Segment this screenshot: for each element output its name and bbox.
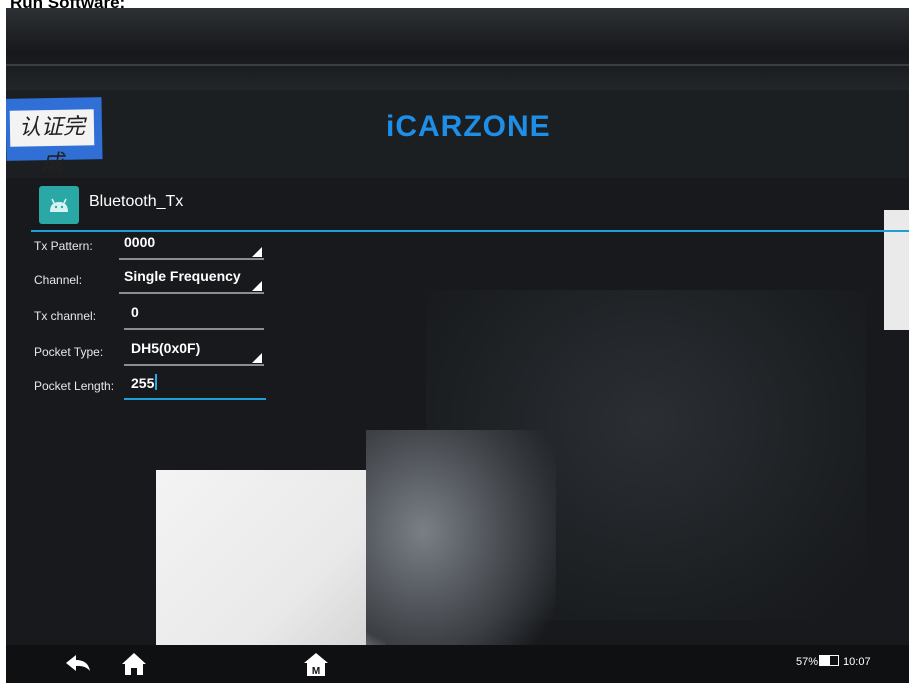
battery-icon <box>819 655 840 666</box>
tx-channel-row: Tx channel: 0 <box>34 302 274 334</box>
brand-header: 认证完成 iCARZONE <box>6 90 909 178</box>
pocket-length-label: Pocket Length: <box>34 379 115 393</box>
text-caret <box>155 374 158 390</box>
tx-pattern-label: Tx Pattern: <box>34 239 93 253</box>
pocket-length-row: Pocket Length: 255 <box>34 372 274 404</box>
pocket-type-value: DH5(0x0F) <box>131 340 201 356</box>
channel-row: Channel: Single Frequency <box>34 266 274 298</box>
back-arrow-icon[interactable] <box>64 651 92 677</box>
device-frame: 认证完成 iCARZONE Bluetooth_Tx Tx Pattern: 0… <box>6 8 909 683</box>
device-bezel <box>6 8 909 90</box>
certification-sticker: 认证完成 <box>6 97 103 176</box>
sticker-label: 认证完成 <box>9 109 95 176</box>
dropdown-arrow-icon <box>252 247 262 257</box>
android-icon <box>39 186 79 224</box>
tx-pattern-row: Tx Pattern: 0000 <box>34 232 274 264</box>
pocket-type-underline <box>124 364 264 366</box>
pocket-length-underline <box>124 398 266 400</box>
tx-pattern-underline <box>119 258 264 260</box>
clock-time: 10:07 <box>843 656 871 668</box>
device-screen: 认证完成 iCARZONE Bluetooth_Tx Tx Pattern: 0… <box>6 90 909 683</box>
battery-percent: 57% <box>796 656 819 668</box>
dropdown-arrow-icon <box>252 353 262 363</box>
svg-text:M: M <box>312 666 320 677</box>
tx-channel-value: 0 <box>131 304 139 320</box>
home-icon[interactable] <box>120 651 148 677</box>
dropdown-arrow-icon <box>252 281 262 291</box>
pocket-type-row: Pocket Type: DH5(0x0F) <box>34 338 274 370</box>
channel-label: Channel: <box>34 273 83 287</box>
pocket-type-label: Pocket Type: <box>34 345 104 359</box>
channel-value: Single Frequency <box>124 268 241 284</box>
brand-logo: iCARZONE <box>386 110 551 143</box>
tx-channel-label: Tx channel: <box>34 309 97 323</box>
app-bar: Bluetooth_Tx <box>31 182 909 228</box>
edge-glare <box>884 210 909 330</box>
menu-house-icon[interactable]: M <box>302 651 330 677</box>
app-title: Bluetooth_Tx <box>89 193 184 210</box>
channel-underline <box>119 292 264 294</box>
status-area: 57% 10:07 <box>796 655 871 668</box>
battery-level <box>820 656 831 665</box>
pocket-length-value: 255 <box>131 375 155 391</box>
bezel-edge <box>6 64 909 66</box>
navigation-bar: M 57% 10:07 <box>6 645 909 683</box>
tx-pattern-value: 0000 <box>124 234 156 250</box>
tx-channel-underline <box>124 328 264 330</box>
